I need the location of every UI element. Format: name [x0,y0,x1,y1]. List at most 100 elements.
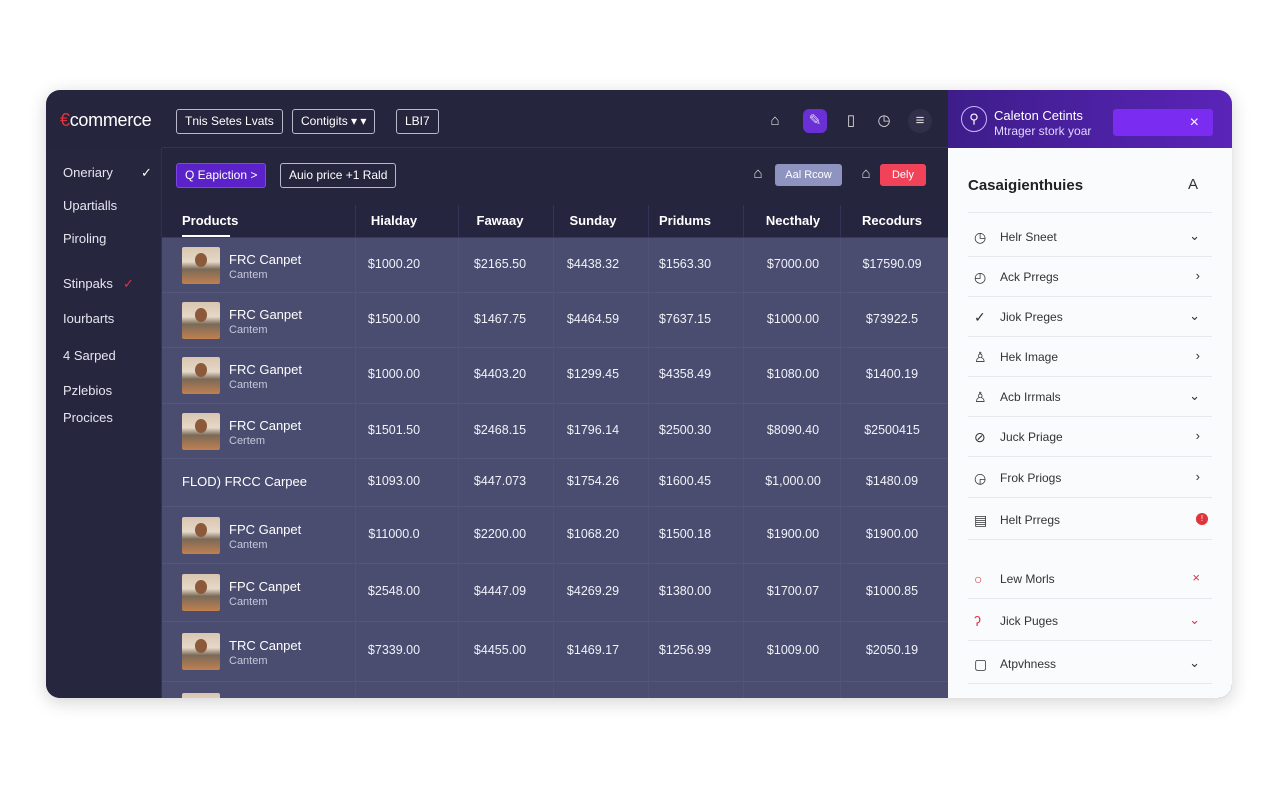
notification-badge: ! [1196,513,1208,525]
panel-item-label: Lew Morls [1000,572,1055,586]
panel-item-label: Helr Sneet [1000,230,1057,244]
price-cell: $1000.00 [367,367,421,381]
price-cell: $1700.07 [766,584,820,598]
price-cell: $1480.09 [865,474,919,488]
panel-list-item[interactable]: ♙ Acb Irrmals ⌄ [968,377,1212,417]
sidebar-item[interactable]: Piroling [63,231,106,246]
chevron-icon[interactable]: › [1196,469,1200,484]
section-title: Casaigienthuies [968,177,1084,194]
price-cell: $4358.49 [658,367,712,381]
column-header[interactable]: Pridums [659,213,711,228]
panel-list-item[interactable]: ◴ Ack Prregs › [968,257,1212,297]
column-header[interactable]: Recodurs [862,213,922,228]
table-row[interactable]: FPC Canpet Cantem $2548.00 $4447.09 $4269.29… [162,564,948,622]
chevron-icon[interactable]: › [1196,348,1200,363]
home-icon[interactable]: ⌂ [854,162,878,186]
font-icon[interactable]: A [1188,176,1198,193]
filter-button[interactable]: Q Eapiction > [176,163,267,188]
clipboard-icon[interactable]: ▯ [839,109,863,133]
clock-icon[interactable]: ◷ [872,109,896,133]
table-row[interactable]: FRC Canpet Cantem $1000.20 $2165.50 $4438.32… [162,238,948,293]
product-name: FPC Canpet [229,579,301,594]
price-cell: $1469.17 [566,643,620,657]
panel-list-item[interactable]: ⊘ Juck Priage › [968,417,1212,457]
panel-list-item[interactable]: ʔ Jick Puges ⌄ [968,601,1212,641]
chevron-icon[interactable]: ⌄ [1189,612,1200,628]
column-divider [553,238,554,698]
column-divider [553,205,554,237]
sidebar-item-label: Upartialls [63,198,118,213]
price-cell: $1000.85 [865,584,919,598]
table-row[interactable]: TRC Canpet Cantem $7339.00 $4455.00 $1469.17… [162,622,948,682]
sidebar-item-label: Iourbarts [63,311,115,326]
panel-list-item[interactable]: ○ Lew Morls × [968,559,1212,599]
clock-icon: ◶ [974,470,987,486]
sidebar-item[interactable]: Upartialls [63,198,117,213]
table-row[interactable]: FRC Ganpet Cantem $1000.00 $4403.20 $1299.45… [162,348,948,404]
panel-item-label: Juck Priage [1000,430,1063,444]
panel-list-item[interactable]: ◷ Helr Sneet ⌄ [968,217,1212,257]
home-icon[interactable]: ⌂ [763,109,787,133]
view-button[interactable]: Tnis Setes Lvats [176,109,283,134]
product-subtitle: Certem [229,434,266,447]
column-divider [648,205,649,237]
column-divider [355,238,356,698]
price-cell: $2500415 [864,422,920,437]
chevron-icon[interactable]: ⌄ [1189,388,1200,404]
sidebar-item[interactable]: 4 Sarped [63,348,116,363]
feather-icon[interactable]: ✎ [803,109,827,133]
add-row-button[interactable]: Aal Rcow [775,164,842,186]
bag-icon: ▢ [974,656,988,672]
column-header[interactable]: Hialday [371,213,417,228]
column-header[interactable]: Sunday [570,213,617,228]
sidebar-item[interactable]: Pzlebios [63,383,112,398]
home-icon[interactable]: ⌂ [746,162,770,186]
price-cell: $1093.00 [367,474,421,488]
label-button[interactable]: LBI7 [396,109,439,134]
chevron-icon[interactable]: ⌄ [1189,655,1200,671]
app-window: €commerce Tnis Setes Lvats Contigits ▾ ▾… [46,90,1232,698]
product-name: FPC Ganpet [229,521,302,537]
chevron-icon[interactable]: › [1196,428,1200,443]
table-row[interactable]: FPC Ganpet Cantem $11000.0 $2200.00 $1068.20… [162,507,948,564]
price-cell: $4269.29 [566,584,620,598]
price-cell: $1068.20 [566,526,620,541]
column-divider [458,238,459,698]
sidebar-item[interactable]: Oneriary ✓ [63,165,152,180]
product-name: FRC Ganpet [229,306,302,322]
sidebar-item[interactable]: Iourbarts [63,311,114,326]
hook-icon: ʔ [974,613,981,629]
check-circle-icon: ✓ [974,309,986,325]
auto-price-button[interactable]: Auio price +1 Rald [280,163,397,188]
sidebar-item-label: 4 Sarped [63,348,116,363]
panel-list-item[interactable]: ✓ Jiok Preges ⌄ [968,297,1212,337]
panel-list-item[interactable]: ▢ Atpvhness ⌄ [968,644,1212,684]
circle-icon: ○ [974,571,983,587]
price-cell: $4455.00 [473,643,527,657]
chevron-icon[interactable]: ⌄ [1189,308,1200,324]
column-header[interactable]: Fawaay [477,213,524,228]
price-cell: $1500.00 [367,311,421,326]
table-row[interactable]: FRC Canpet [162,682,948,698]
table-row[interactable]: FRC Canpet Certem $1501.50 $2468.15 $1796.14… [162,404,948,459]
panel-list-item[interactable]: ◶ Frok Priogs › [968,458,1212,498]
menu-icon[interactable]: ≡ [908,109,932,133]
close-icon[interactable]: × [1192,570,1200,585]
column-header[interactable]: Necthaly [766,213,820,228]
sidebar-item[interactable]: Stinpaks ✓ [63,276,134,291]
sidebar-item-label: Piroling [63,231,107,246]
price-cell: $2500.30 [658,422,712,437]
panel-list-item[interactable]: ▤Helt Prregs›! [968,500,1212,540]
column-divider [743,238,744,698]
table-row[interactable]: FLOD) FRCC Carpee $1093.00 $447.073 $1754.2… [162,459,948,507]
delete-button[interactable]: Dely [880,164,926,186]
column-divider [355,205,356,237]
panel-list-item[interactable]: ♙ Hek Image › [968,337,1212,377]
chevron-icon[interactable]: ⌄ [1189,228,1200,244]
sidebar-item[interactable]: Procices [63,410,113,425]
dropdown-button[interactable]: Contigits ▾ ▾ [292,109,376,134]
chevron-icon[interactable]: › [1196,268,1200,283]
table-row[interactable]: FRC Ganpet Cantem $1500.00 $1467.75 $4464.59… [162,293,948,348]
close-button[interactable]: × [1113,109,1213,136]
column-header[interactable]: Products [182,213,238,228]
